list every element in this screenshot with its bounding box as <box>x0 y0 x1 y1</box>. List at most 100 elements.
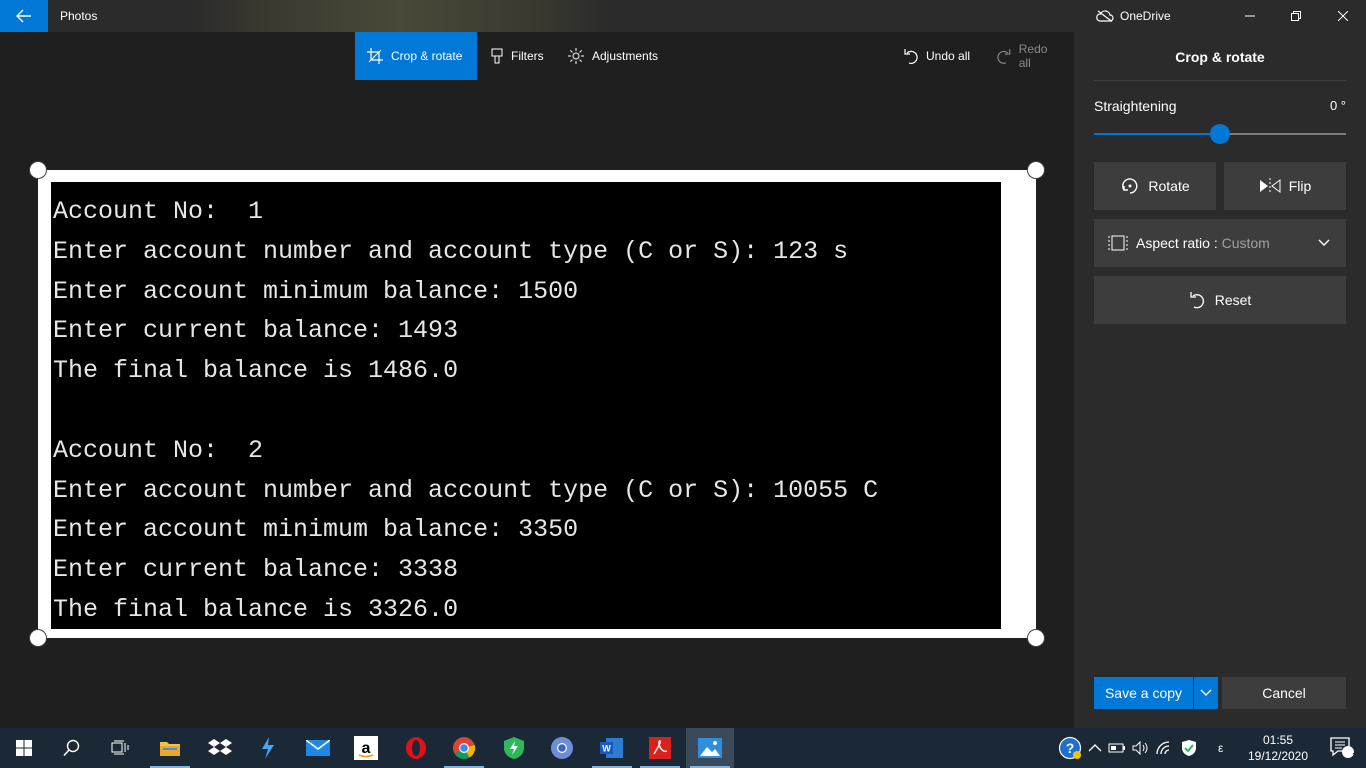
help-icon[interactable]: ? <box>1058 736 1082 760</box>
crop-handle-top-left[interactable] <box>29 161 47 179</box>
mail-icon <box>306 740 330 756</box>
straightening-value: 0 ° <box>1329 98 1346 113</box>
word-icon: W <box>600 738 623 758</box>
shield-check-icon[interactable] <box>1180 739 1198 757</box>
amazon-icon: a <box>354 736 378 760</box>
aspect-ratio-label: Aspect ratio : Custom <box>1136 235 1270 251</box>
lightning-icon <box>262 737 274 759</box>
rotate-button[interactable]: Rotate <box>1094 162 1216 210</box>
aspect-ratio-dropdown[interactable]: Aspect ratio : Custom <box>1094 219 1346 267</box>
system-tray: ? ε <box>1058 728 1223 768</box>
file-explorer-button[interactable] <box>146 728 194 768</box>
tab-adjustments[interactable]: Adjustments <box>556 32 670 80</box>
minimize-button[interactable] <box>1227 0 1273 32</box>
panel-title: Crop & rotate <box>1175 49 1265 65</box>
console-line: Enter account minimum balance: 1500 <box>53 276 579 306</box>
svg-text:?: ? <box>1066 740 1075 756</box>
close-button[interactable] <box>1320 0 1366 32</box>
crop-handle-bottom-left[interactable] <box>29 629 47 647</box>
tab-crop-rotate[interactable]: Crop & rotate <box>355 32 477 80</box>
sun-icon <box>568 48 584 64</box>
action-center-button[interactable]: 1 <box>1318 728 1366 768</box>
cancel-label: Cancel <box>1262 685 1306 701</box>
clock[interactable]: 01:55 19/12/2020 <box>1242 732 1314 764</box>
photos-app-button[interactable] <box>686 728 734 768</box>
restore-icon <box>1291 11 1301 21</box>
ime-indicator[interactable]: ε <box>1218 741 1223 755</box>
reset-label: Reset <box>1214 292 1252 308</box>
console-line: Enter current balance: 1493 <box>53 316 459 346</box>
straightening-label: Straightening <box>1094 98 1177 114</box>
save-options-dropdown[interactable] <box>1194 677 1218 709</box>
crop-frame[interactable]: Account No: 1 Enter account number and a… <box>38 170 1036 638</box>
crop-handle-bottom-right[interactable] <box>1027 629 1045 647</box>
slider-fill <box>1094 133 1220 135</box>
reset-button[interactable]: Reset <box>1094 276 1346 324</box>
chrome-button[interactable] <box>440 728 488 768</box>
redo-all-label: Redo all <box>1018 42 1048 70</box>
word-button[interactable]: W <box>588 728 636 768</box>
back-button[interactable] <box>0 0 48 32</box>
wifi-icon[interactable] <box>1156 741 1174 755</box>
cancel-button[interactable]: Cancel <box>1222 677 1346 709</box>
battery-icon[interactable] <box>1108 742 1126 754</box>
tab-filters[interactable]: Filters <box>479 32 556 80</box>
edit-toolbar: Crop & rotate Filters Adjustments Undo a… <box>0 32 1074 80</box>
chromium-button[interactable] <box>538 728 586 768</box>
slider-thumb[interactable] <box>1210 124 1230 144</box>
console-line: The final balance is 1486.0 <box>53 356 459 386</box>
adjustments-label: Adjustments <box>592 49 659 63</box>
console-line: Account No: 1 <box>53 197 264 226</box>
search-button[interactable] <box>48 728 96 768</box>
undo-all-button[interactable]: Undo all <box>892 32 982 80</box>
flip-icon <box>1259 178 1281 194</box>
security-app-button[interactable] <box>490 728 538 768</box>
opera-button[interactable] <box>392 728 440 768</box>
crop-rotate-label: Crop & rotate <box>391 49 463 63</box>
title-background <box>190 0 610 32</box>
onedrive-button[interactable]: OneDrive <box>1096 9 1171 23</box>
mail-button[interactable] <box>294 728 342 768</box>
start-button[interactable] <box>0 728 48 768</box>
crop-rotate-panel: Crop & rotate Straightening 0 ° Rotate F… <box>1074 32 1366 728</box>
crop-handle-top-right[interactable] <box>1027 161 1045 179</box>
cloud-icon <box>1096 10 1114 22</box>
chromium-icon <box>551 737 573 759</box>
amazon-button[interactable]: a <box>342 728 390 768</box>
pdf-icon <box>649 737 671 759</box>
taskbar: a W ? ε 01:55 19/12/2020 1 <box>0 728 1366 768</box>
chevron-down-icon <box>1318 239 1330 246</box>
back-arrow-icon <box>16 9 31 23</box>
flip-button[interactable]: Flip <box>1224 162 1346 210</box>
straightening-slider[interactable] <box>1094 124 1346 144</box>
chevron-up-icon[interactable] <box>1088 743 1102 753</box>
acrobat-button[interactable] <box>636 728 684 768</box>
redo-all-button[interactable]: Redo all <box>985 32 1074 80</box>
filters-label: Filters <box>511 49 544 63</box>
search-icon <box>63 739 80 757</box>
aspect-ratio-value: Custom <box>1221 235 1270 251</box>
restore-button[interactable] <box>1273 0 1319 32</box>
console-line: Enter current balance: 3338 <box>53 555 459 585</box>
save-copy-label: Save a copy <box>1104 685 1183 701</box>
windows-logo-icon <box>16 740 32 756</box>
photos-icon <box>698 738 722 758</box>
dropbox-icon <box>208 739 232 755</box>
onedrive-label: OneDrive <box>1120 9 1171 23</box>
console-line: Enter account minimum balance: 3350 <box>53 515 579 545</box>
redo-icon <box>997 49 1011 64</box>
task-view-button[interactable] <box>96 728 144 768</box>
console-screenshot: Account No: 1 Enter account number and a… <box>51 182 1001 629</box>
shield-icon <box>504 737 524 759</box>
photo-canvas: Account No: 1 Enter account number and a… <box>0 80 1074 728</box>
brush-icon <box>491 48 503 64</box>
volume-icon[interactable] <box>1132 741 1150 755</box>
visual-studio-button[interactable] <box>244 728 292 768</box>
folder-icon <box>160 742 180 756</box>
svg-text:a: a <box>362 740 371 757</box>
dropbox-button[interactable] <box>196 728 244 768</box>
reset-icon <box>1190 292 1204 309</box>
app-title: Photos <box>60 9 98 23</box>
save-copy-button[interactable]: Save a copy <box>1094 677 1193 709</box>
